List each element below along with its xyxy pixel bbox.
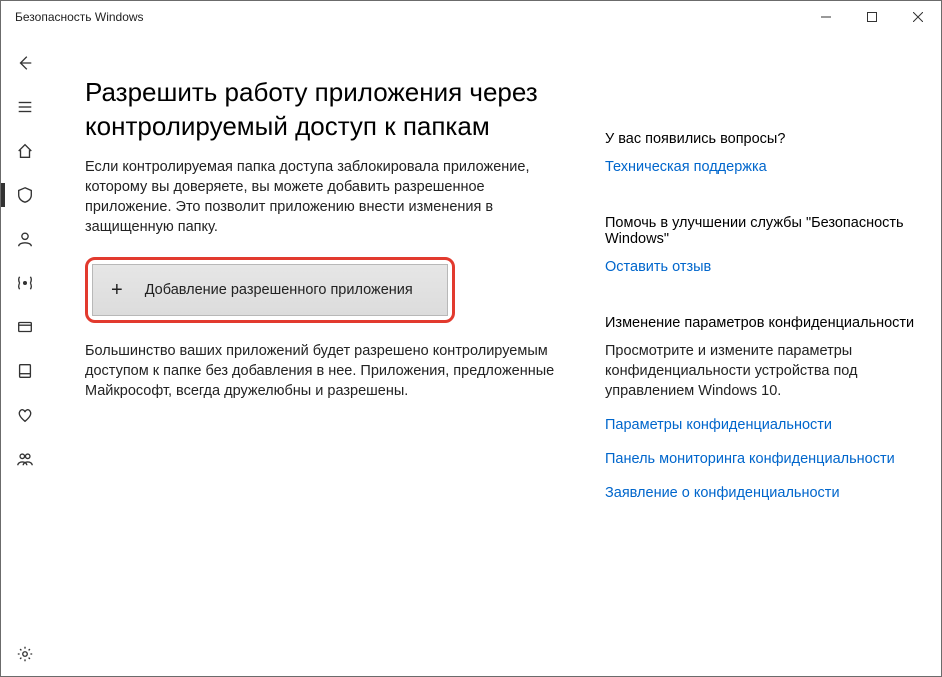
plus-icon: + [111, 279, 123, 302]
titlebar: Безопасность Windows [1, 1, 941, 33]
add-button-label: Добавление разрешенного приложения [145, 282, 413, 298]
questions-title: У вас появились вопросы? [605, 131, 921, 147]
nav-virus-protection[interactable] [1, 173, 49, 217]
note-text: Большинство ваших приложений будет разре… [85, 341, 565, 401]
page-title: Разрешить работу приложения через контро… [85, 75, 565, 143]
privacy-statement-link[interactable]: Заявление о конфиденциальности [605, 483, 921, 503]
window-title: Безопасность Windows [15, 10, 144, 24]
nav-home[interactable] [1, 129, 49, 173]
nav-device-security[interactable] [1, 349, 49, 393]
minimize-button[interactable] [803, 1, 849, 33]
feedback-block: Помочь в улучшении службы "Безопасность … [605, 215, 921, 277]
maximize-button[interactable] [849, 1, 895, 33]
privacy-dashboard-link[interactable]: Панель мониторинга конфиденциальности [605, 449, 921, 469]
privacy-block: Изменение параметров конфиденциальности … [605, 315, 921, 503]
privacy-title: Изменение параметров конфиденциальности [605, 315, 921, 331]
questions-block: У вас появились вопросы? Техническая под… [605, 131, 921, 177]
add-allowed-app-button[interactable]: + Добавление разрешенного приложения [92, 264, 448, 316]
main-content: Разрешить работу приложения через контро… [85, 53, 605, 656]
menu-button[interactable] [1, 85, 49, 129]
close-button[interactable] [895, 1, 941, 33]
highlight-frame: + Добавление разрешенного приложения [85, 257, 455, 323]
nav-firewall[interactable] [1, 261, 49, 305]
privacy-settings-link[interactable]: Параметры конфиденциальности [605, 415, 921, 435]
aside-panel: У вас появились вопросы? Техническая под… [605, 53, 921, 656]
feedback-link[interactable]: Оставить отзыв [605, 257, 921, 277]
privacy-text: Просмотрите и измените параметры конфиде… [605, 341, 921, 401]
sidebar [1, 33, 49, 676]
nav-family[interactable] [1, 437, 49, 481]
feedback-title: Помочь в улучшении службы "Безопасность … [605, 215, 921, 247]
support-link[interactable]: Техническая поддержка [605, 157, 921, 177]
nav-settings[interactable] [1, 632, 49, 676]
back-button[interactable] [1, 41, 49, 85]
nav-device-health[interactable] [1, 393, 49, 437]
intro-text: Если контролируемая папка доступа заблок… [85, 157, 565, 237]
nav-account[interactable] [1, 217, 49, 261]
nav-app-control[interactable] [1, 305, 49, 349]
